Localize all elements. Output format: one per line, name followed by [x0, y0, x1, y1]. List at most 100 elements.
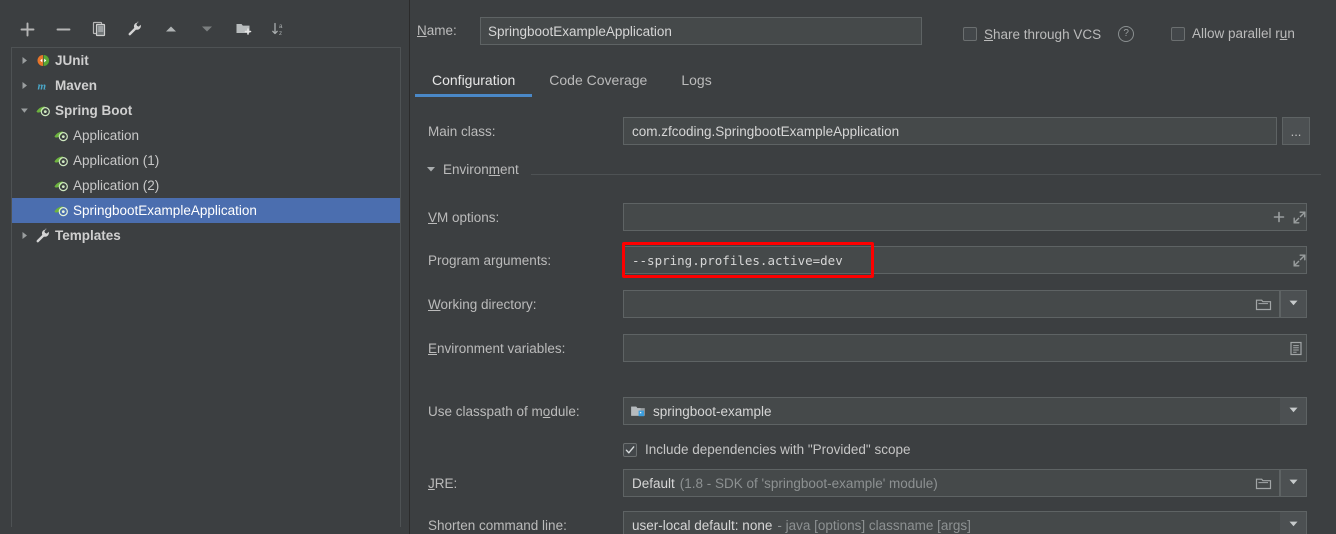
use-classpath-of-module-label: Use classpath of module: — [428, 404, 580, 419]
jre-value: Default — [632, 475, 675, 491]
jre-field[interactable]: Default (1.8 - SDK of 'springboot-exampl… — [623, 469, 1280, 497]
working-directory-dropdown-button[interactable] — [1280, 290, 1307, 318]
folder-icon[interactable] — [1251, 470, 1275, 496]
program-arguments-label: Program arguments: — [428, 253, 552, 268]
expand-icon[interactable] — [1289, 204, 1309, 230]
spring-boot-icon — [51, 203, 71, 218]
spring-boot-icon — [51, 178, 71, 193]
vm-options-field[interactable] — [623, 203, 1307, 231]
tab-label: Configuration — [432, 72, 516, 88]
allow-parallel-run-checkbox[interactable] — [1171, 26, 1185, 41]
tree-node-templates[interactable]: Templates — [12, 223, 400, 248]
allow-parallel-run-row[interactable]: Allow parallel run — [1171, 26, 1295, 41]
share-through-vcs-checkbox[interactable] — [963, 27, 977, 41]
move-down-button[interactable] — [194, 16, 220, 42]
tree-node-application-1[interactable]: Application (1) — [12, 148, 400, 173]
plus-icon[interactable] — [1269, 204, 1289, 230]
tree-node-label: Application (2) — [73, 178, 160, 193]
add-configuration-button[interactable] — [14, 16, 40, 42]
section-divider — [531, 174, 1321, 175]
vm-options-label: VM options: — [428, 210, 500, 225]
chevron-right-icon[interactable] — [15, 56, 33, 65]
wrench-icon — [33, 228, 53, 244]
list-icon[interactable] — [1285, 335, 1307, 361]
tree-node-label: Spring Boot — [55, 103, 133, 118]
tree-node-label: SpringbootExampleApplication — [73, 203, 257, 218]
tree-node-label: Application — [73, 128, 140, 143]
use-classpath-of-module-combo[interactable]: springboot-example — [623, 397, 1307, 425]
program-arguments-value: --spring.profiles.active=dev — [632, 252, 843, 268]
jre-label: JRE: — [428, 476, 458, 491]
chevron-down-icon — [1288, 402, 1299, 420]
junit-icon — [33, 53, 53, 68]
shorten-command-line-label: Shorten command line: — [428, 518, 567, 533]
include-provided-scope-row[interactable]: Include dependencies with "Provided" sco… — [623, 442, 911, 457]
tree-node-label: JUnit — [55, 53, 89, 68]
environment-variables-label: Environment variables: — [428, 341, 566, 356]
tree-node-junit[interactable]: JUnit — [12, 48, 400, 73]
chevron-down-icon — [1288, 295, 1299, 313]
tree-node-maven[interactable]: m Maven — [12, 73, 400, 98]
allow-parallel-run-label: Allow parallel run — [1192, 26, 1295, 41]
environment-section-label: Environment — [443, 162, 519, 177]
environment-section-header[interactable]: Environment — [426, 162, 519, 177]
module-icon — [630, 404, 646, 419]
move-into-folder-button[interactable] — [230, 16, 256, 42]
chevron-right-icon[interactable] — [15, 231, 33, 240]
chevron-down-icon[interactable] — [426, 162, 436, 177]
tree-node-application[interactable]: Application — [12, 123, 400, 148]
ellipsis-icon: ... — [1290, 123, 1302, 139]
edit-templates-button[interactable] — [122, 16, 148, 42]
shorten-command-line-combo[interactable]: user-local default: none - java [options… — [623, 511, 1307, 534]
use-classpath-of-module-dropdown-button[interactable] — [1280, 397, 1307, 425]
main-class-label: Main class: — [428, 124, 496, 139]
configurations-toolbar: a z — [0, 11, 410, 47]
jre-value-hint: (1.8 - SDK of 'springboot-example' modul… — [679, 475, 938, 491]
configurations-tree-panel: a z JUnit m Maven Spring Boot Applicatio… — [0, 0, 410, 534]
jre-dropdown-button[interactable] — [1280, 469, 1307, 497]
copy-configuration-button[interactable] — [86, 16, 112, 42]
maven-icon: m — [33, 78, 53, 93]
share-through-vcs-row[interactable]: Share through VCS ? — [963, 26, 1138, 42]
tree-node-label: Templates — [55, 228, 121, 243]
configuration-form: Main class: com.zfcoding.SpringbootExamp… — [411, 104, 1336, 534]
shorten-command-line-dropdown-button[interactable] — [1280, 511, 1307, 534]
tab-label: Code Coverage — [549, 72, 648, 88]
svg-text:a: a — [279, 23, 283, 30]
configurations-tree[interactable]: JUnit m Maven Spring Boot Application Ap… — [11, 47, 401, 527]
working-directory-label: Working directory: — [428, 297, 537, 312]
name-input[interactable] — [480, 17, 922, 45]
spring-boot-icon — [51, 128, 71, 143]
include-provided-scope-checkbox[interactable] — [623, 442, 637, 457]
sort-configurations-button[interactable]: a z — [266, 16, 292, 42]
spring-boot-icon — [33, 103, 53, 118]
tab-configuration[interactable]: Configuration — [415, 68, 533, 101]
share-through-vcs-label: Share through VCS — [984, 26, 1102, 42]
tab-logs[interactable]: Logs — [664, 68, 728, 101]
folder-icon[interactable] — [1251, 291, 1275, 317]
tree-node-springboot-example-application[interactable]: SpringbootExampleApplication — [12, 198, 400, 223]
tree-node-label: Maven — [55, 78, 98, 93]
chevron-down-icon — [1288, 516, 1299, 534]
program-arguments-field[interactable]: --spring.profiles.active=dev — [623, 246, 1307, 274]
chevron-down-icon — [1288, 474, 1299, 492]
tab-code-coverage[interactable]: Code Coverage — [532, 68, 664, 101]
remove-configuration-button[interactable] — [50, 16, 76, 42]
environment-variables-field[interactable] — [623, 334, 1307, 362]
tree-node-application-2[interactable]: Application (2) — [12, 173, 400, 198]
help-icon[interactable]: ? — [1118, 26, 1135, 42]
svg-text:z: z — [279, 30, 282, 37]
run-debug-configurations-dialog: a z JUnit m Maven Spring Boot Applicatio… — [0, 0, 1336, 534]
main-class-browse-button[interactable]: ... — [1282, 117, 1310, 145]
configuration-editor-panel: Name: Share through VCS ? Allow parallel… — [411, 0, 1336, 534]
expand-icon[interactable] — [1289, 247, 1309, 273]
chevron-right-icon[interactable] — [15, 81, 33, 90]
working-directory-field[interactable] — [623, 290, 1280, 318]
use-classpath-of-module-value: springboot-example — [653, 403, 772, 419]
tree-node-spring-boot[interactable]: Spring Boot — [12, 98, 400, 123]
chevron-down-icon[interactable] — [15, 106, 33, 115]
editor-tabs[interactable]: Configuration Code Coverage Logs — [415, 68, 729, 101]
main-class-field[interactable]: com.zfcoding.SpringbootExampleApplicatio… — [623, 117, 1277, 145]
move-up-button[interactable] — [158, 16, 184, 42]
shorten-command-line-value-hint: - java [options] classname [args] — [777, 517, 971, 533]
